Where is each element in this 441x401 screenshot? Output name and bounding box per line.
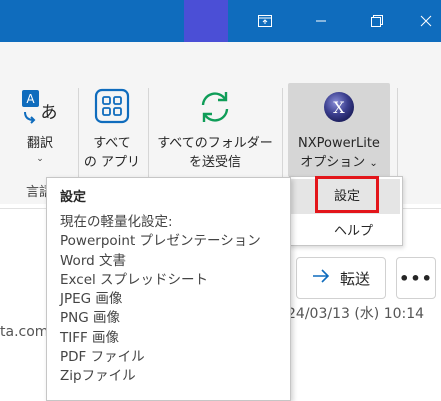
translate-label: 翻訳 (26, 136, 53, 151)
tooltip-line: Excel スプレッドシート (60, 271, 209, 288)
settings-tooltip: 設定 現在の軽量化設定: Powerpoint プレゼンテーション Word 文… (46, 177, 291, 401)
restore-window-icon[interactable] (243, 0, 287, 42)
title-bar-accent-block[interactable] (184, 0, 228, 42)
nxpowerlite-options-button[interactable]: X NXPowerLite オプション ⌄ (288, 88, 390, 173)
apps-grid-icon (82, 88, 142, 128)
send-receive-label-line2: を送受信 (188, 155, 241, 170)
chevron-down-icon: ⌄ (36, 154, 44, 164)
tooltip-line: Powerpoint プレゼンテーション (60, 233, 261, 250)
tooltip-line: PDF ファイル (60, 349, 145, 366)
message-datetime: 24/03/13 (水) 10:14 (287, 306, 425, 322)
chevron-down-icon: ⌄ (369, 158, 378, 169)
tooltip-line: Zipファイル (60, 368, 136, 385)
send-receive-label-line1: すべてのフォルダー (157, 136, 273, 151)
nxpowerlite-logo-icon: X (288, 88, 390, 128)
highlight-annotation-box (315, 176, 379, 213)
all-apps-button[interactable]: すべて の アプリ (82, 88, 142, 172)
title-bar (0, 0, 441, 42)
tooltip-line: Word 文書 (60, 252, 126, 269)
translate-icon: A あ (14, 88, 66, 128)
menu-item-help[interactable]: ヘルプ (334, 220, 373, 239)
tooltip-line: PNG 画像 (60, 310, 120, 327)
tooltip-title: 設定 (60, 190, 87, 205)
tooltip-line: JPEG 画像 (60, 291, 123, 308)
all-apps-label-line2: の アプリ (83, 155, 141, 170)
translate-button[interactable]: A あ 翻訳 ⌄ (14, 88, 66, 165)
forward-label: 転送 (339, 269, 370, 288)
tooltip-line: TIFF 画像 (60, 329, 120, 346)
tooltip-line: 現在の軽量化設定: (60, 214, 173, 230)
forward-arrow-icon (312, 269, 330, 287)
close-icon[interactable] (404, 0, 441, 42)
sync-icon (154, 88, 276, 128)
forward-button[interactable]: 転送 (296, 257, 386, 299)
sender-email-fragment: ta.com (0, 324, 49, 340)
tooltip-lines: 現在の軽量化設定: Powerpoint プレゼンテーション Word 文書 E… (60, 213, 261, 387)
maximize-icon[interactable] (355, 0, 399, 42)
all-apps-label-line1: すべて (93, 136, 131, 151)
more-actions-button[interactable]: ••• (396, 257, 436, 299)
more-icon: ••• (399, 268, 433, 288)
svg-text:X: X (333, 98, 345, 117)
nxpowerlite-options-label: オプション (300, 155, 366, 170)
nxpowerlite-label-line2: オプション ⌄ (288, 153, 390, 173)
minimize-icon[interactable] (299, 0, 343, 42)
send-receive-all-folders-button[interactable]: すべてのフォルダー を送受信 (154, 88, 276, 172)
nxpowerlite-label-line1: NXPowerLite (298, 136, 380, 151)
svg-text:あ: あ (41, 103, 58, 123)
svg-text:A: A (26, 92, 35, 106)
